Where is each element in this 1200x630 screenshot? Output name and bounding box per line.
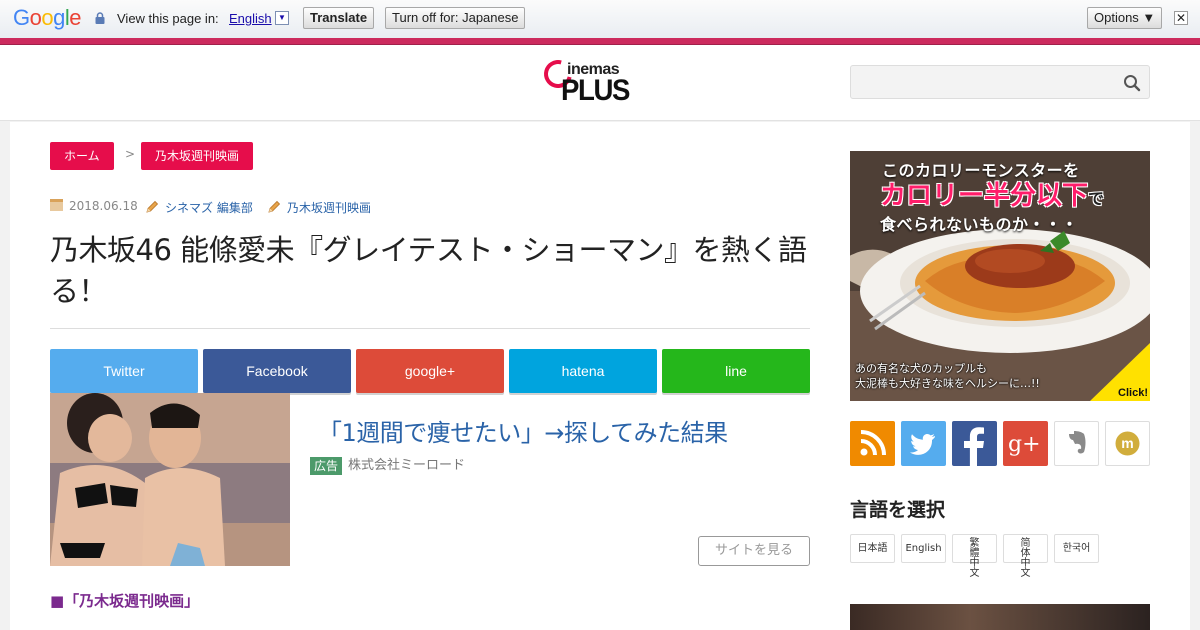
banner-caption: あの有名な犬のカップルも 大泥棒も大好きな味をヘルシーに…!! [855, 361, 1040, 391]
logo-text-big: PLUS [561, 74, 630, 107]
tag-link[interactable]: 乃木坂週刊映画 [287, 201, 371, 215]
facebook-icon[interactable] [952, 421, 997, 466]
evernote-glyph [1069, 431, 1086, 454]
language-dropdown-arrow-icon[interactable]: ▼ [275, 11, 289, 25]
ad-image[interactable] [50, 393, 290, 566]
banner-text-suffix: で [1088, 189, 1105, 208]
ad-photo-illustration [50, 393, 290, 566]
language-traditional-chinese-button[interactable]: 繁體中文 [952, 534, 997, 579]
calendar-icon [50, 199, 63, 211]
language-korean-button[interactable]: 한국어 [1054, 534, 1099, 563]
sidebar-image[interactable] [850, 604, 1150, 630]
twitter-icon[interactable] [901, 421, 946, 466]
rss-glyph [860, 430, 886, 456]
breadcrumb-category[interactable]: 乃木坂週刊映画 [141, 142, 254, 170]
post-author: シネマズ 編集部 [145, 199, 253, 216]
ad-visit-site-button[interactable]: サイトを見る [698, 536, 810, 566]
evernote-icon[interactable] [1054, 421, 1099, 466]
share-hatena-button[interactable]: hatena [509, 349, 657, 393]
translate-bar-accent-line [0, 38, 1200, 45]
banner-text-line2: カロリー半分以下で [880, 175, 1104, 212]
pencil-icon [146, 200, 159, 213]
click-badge[interactable]: Click! [1090, 343, 1150, 401]
breadcrumb-home[interactable]: ホーム [50, 142, 114, 170]
google-logo: Google [13, 5, 82, 30]
search-icon[interactable] [1123, 74, 1141, 92]
translate-button[interactable]: Translate [303, 7, 375, 29]
view-page-in-label: View this page in: [117, 11, 219, 26]
rss-icon[interactable] [850, 421, 895, 466]
search-box [850, 65, 1150, 99]
sidebar-ad-banner[interactable]: このカロリーモンスターを カロリー半分以下で 食べられないものか・・・ あの有名… [850, 151, 1150, 401]
language-select[interactable]: English [229, 11, 272, 26]
breadcrumb-separator: > [125, 147, 136, 161]
author-link[interactable]: シネマズ 編集部 [165, 201, 253, 215]
banner-caption-line1: あの有名な犬のカップルも [855, 362, 987, 375]
twitter-bird-glyph [909, 434, 935, 455]
ad-title-link[interactable]: 「1週間で痩せたい」→探してみた結果 [318, 413, 728, 448]
banner-caption-line2: 大泥棒も大好きな味をヘルシーに…!! [855, 377, 1040, 390]
translate-bar: Google View this page in: English ▼ Tran… [0, 0, 1200, 39]
language-select-heading: 言語を選択 [850, 499, 946, 521]
language-english-button[interactable]: English [901, 534, 946, 563]
search-input[interactable] [859, 72, 1113, 94]
click-label: Click! [1118, 387, 1148, 399]
language-simplified-chinese-button[interactable]: 简体中文 [1003, 534, 1048, 579]
facebook-f-glyph [964, 427, 984, 466]
title-divider [50, 328, 810, 329]
mixi-glyph: m [1115, 431, 1140, 456]
ad-badge: 広告 [310, 457, 343, 475]
ad-sponsor: 株式会社ミーロード [348, 458, 466, 473]
post-date: 2018.06.18 [50, 199, 138, 213]
site-header: inemas PLUS [0, 45, 1200, 121]
google-plus-glyph: g+ [1008, 432, 1041, 457]
share-line-button[interactable]: line [662, 349, 810, 393]
share-facebook-button[interactable]: Facebook [203, 349, 351, 393]
article-title: 乃木坂46 能條愛未『グレイテスト・ショーマン』を熱く語る！ [50, 233, 807, 308]
share-googleplus-button[interactable]: google+ [356, 349, 504, 393]
svg-text:g+: g+ [1008, 432, 1041, 457]
options-button[interactable]: Options ▼ [1087, 7, 1163, 29]
banner-text-highlight: カロリー半分以下 [880, 181, 1089, 211]
post-date-text: 2018.06.18 [69, 199, 138, 213]
pencil-icon [268, 200, 281, 213]
language-japanese-button[interactable]: 日本語 [850, 534, 895, 563]
turn-off-button[interactable]: Turn off for: Japanese [385, 7, 526, 29]
close-icon[interactable]: ✕ [1174, 11, 1188, 25]
svg-text:m: m [1121, 435, 1133, 451]
share-twitter-button[interactable]: Twitter [50, 349, 198, 393]
mixi-icon[interactable]: m [1105, 421, 1150, 466]
post-tag: 乃木坂週刊映画 [267, 199, 371, 216]
google-plus-icon[interactable]: g+ [1003, 421, 1048, 466]
section-heading: ■「乃木坂週刊映画」 [50, 592, 200, 610]
banner-text-line3: 食べられないものか・・・ [880, 215, 1079, 234]
content-wrapper: ホーム > 乃木坂週刊映画 2018.06.18 シネマズ 編集部 乃木坂週刊映… [10, 122, 1190, 630]
lock-icon [95, 12, 105, 24]
